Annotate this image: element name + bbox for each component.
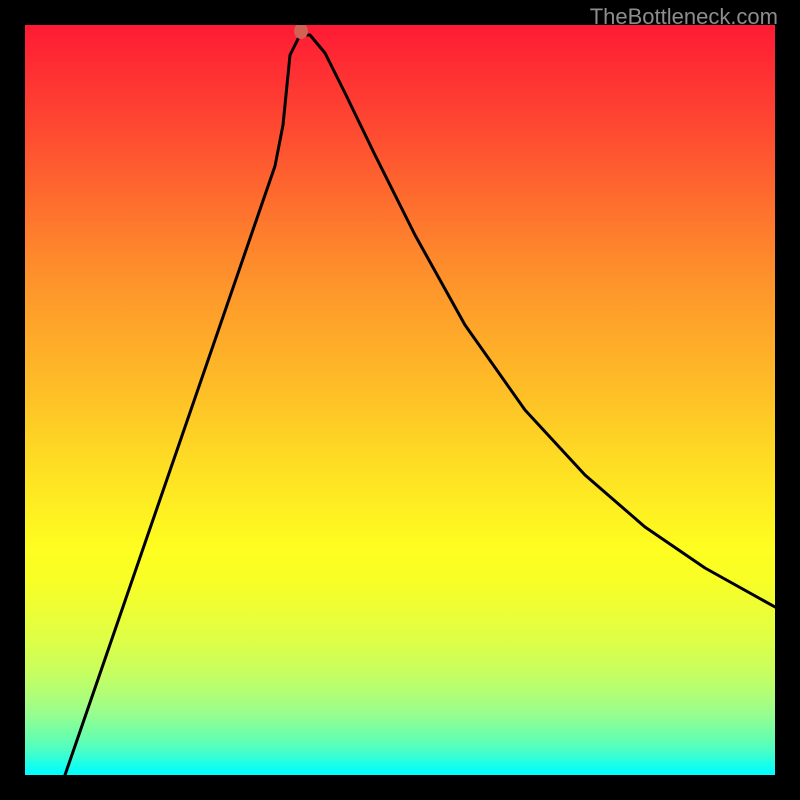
bottleneck-curve — [65, 35, 775, 775]
chart-frame: TheBottleneck.com — [0, 0, 800, 800]
plot-area — [25, 25, 775, 775]
curve-svg — [25, 25, 775, 775]
